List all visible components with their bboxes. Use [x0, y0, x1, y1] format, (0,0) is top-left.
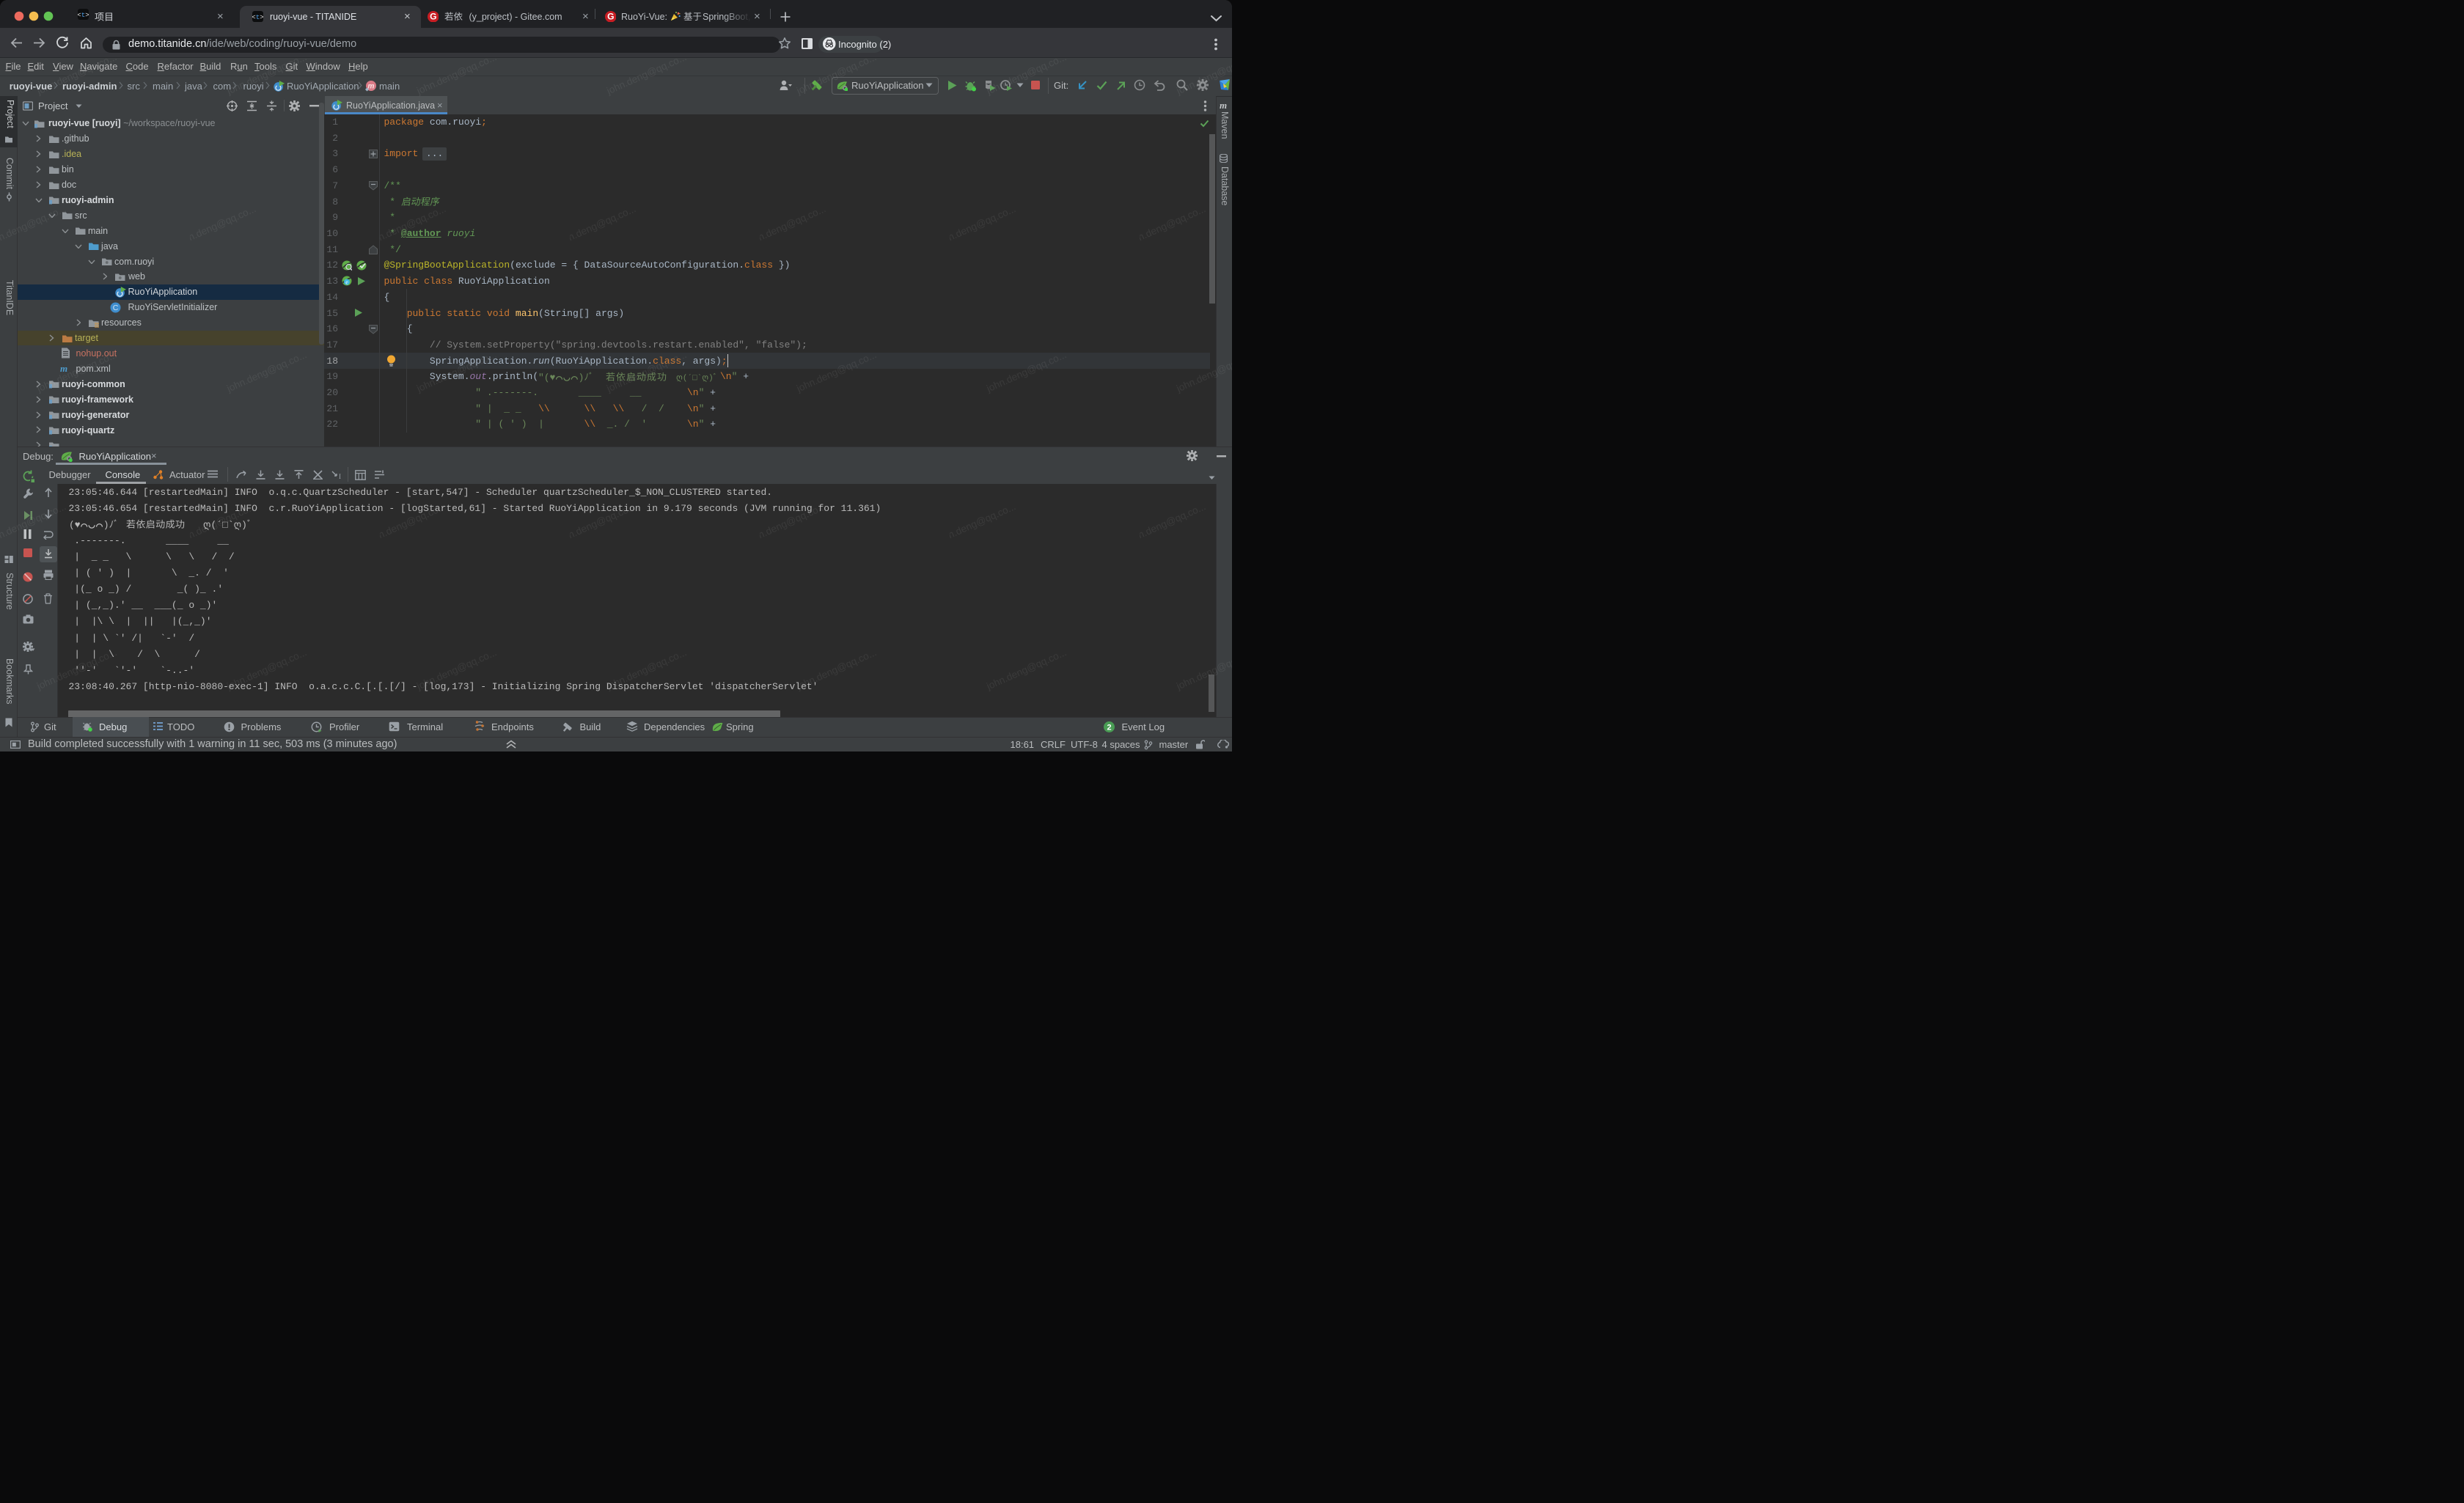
svg-text:e: e — [345, 279, 348, 286]
svg-text:C: C — [113, 304, 119, 312]
svg-text:I: I — [339, 473, 341, 479]
svg-text:2: 2 — [1107, 723, 1111, 732]
svg-text:G: G — [607, 11, 614, 21]
svg-text:m: m — [368, 82, 375, 90]
svg-text:G: G — [430, 11, 436, 21]
svg-text:<t>: <t> — [252, 13, 263, 21]
svg-text:<t>: <t> — [78, 10, 89, 18]
